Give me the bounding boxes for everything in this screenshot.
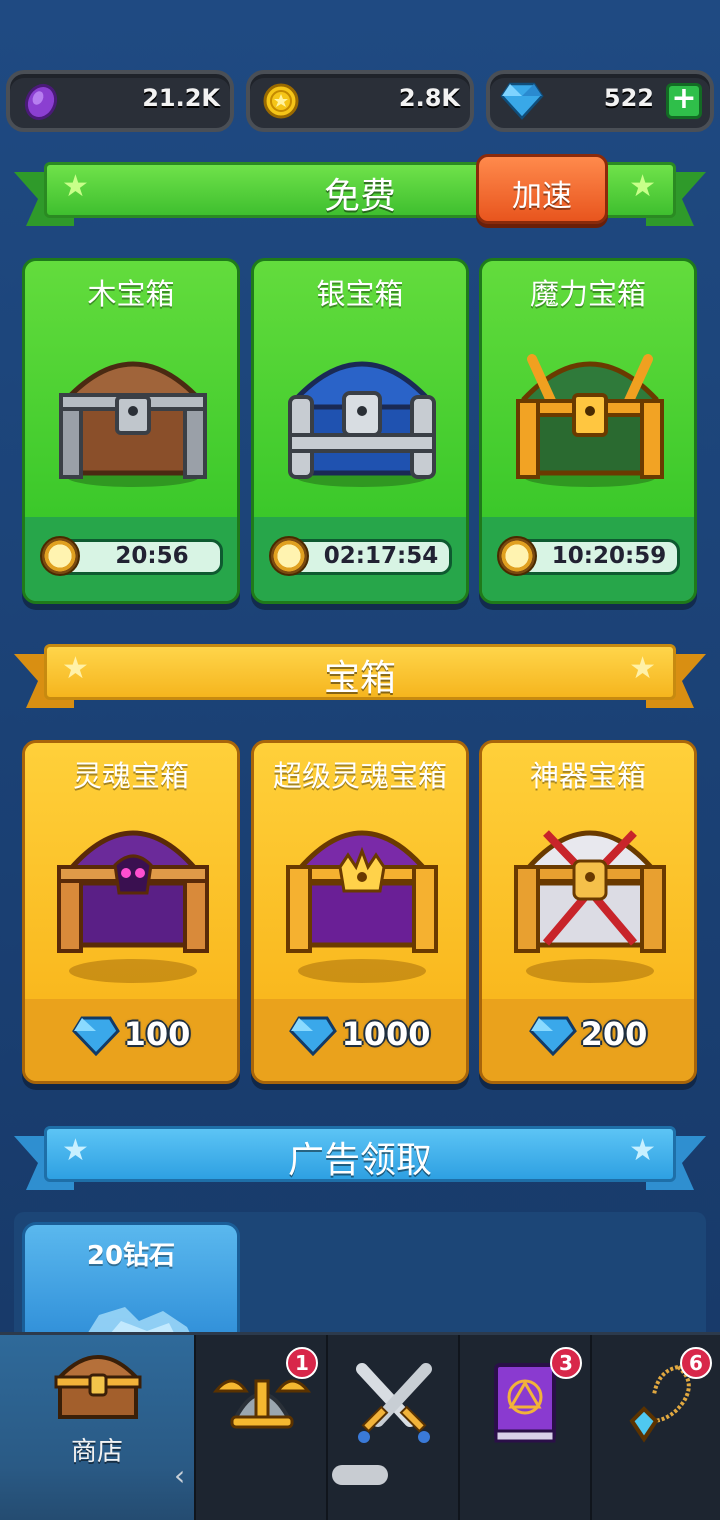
gem-currency-value: 522 (603, 84, 654, 112)
chest-timer-value: 20:56 (115, 543, 189, 569)
soul-chest-icon (57, 830, 209, 983)
chest-section-banner: ★ 宝箱 ★ (14, 640, 706, 712)
magic-chest-card[interactable]: 魔力宝箱 10:20:59 (479, 258, 697, 604)
chest-timer-value: 10:20:59 (551, 543, 667, 569)
crossed-swords-icon (356, 1363, 432, 1443)
purple-currency-value: 21.2K (142, 84, 220, 112)
spellbook-icon (494, 1363, 556, 1443)
chest-price-value: 1000 (341, 1015, 431, 1053)
add-gems-button[interactable]: + (666, 83, 702, 119)
clock-icon (40, 536, 80, 576)
purple-coin-icon (24, 83, 58, 121)
wood-chest-card[interactable]: 木宝箱 20:56 (22, 258, 240, 604)
chest-price[interactable]: 200 (482, 1015, 694, 1056)
notification-badge: 1 (286, 1347, 318, 1379)
chest-section-title: 宝箱 (323, 658, 396, 699)
treasure-chest-icon (54, 1355, 142, 1419)
gold-currency-display: 2.8K (246, 70, 474, 132)
chest-name: 魔力宝箱 (529, 277, 646, 311)
speedup-button[interactable]: 加速 (476, 154, 608, 224)
gem-icon (71, 1016, 120, 1056)
clock-icon (269, 536, 309, 576)
gem-icon (528, 1016, 577, 1056)
artifact-chest-card[interactable]: 神器宝箱 200 (479, 740, 697, 1084)
gold-coin-icon (263, 83, 299, 119)
chest-name: 神器宝箱 (529, 759, 646, 793)
super-soul-chest-icon (286, 830, 438, 983)
chest-price[interactable]: 100 (25, 1015, 237, 1056)
ad-section-title: 广告领取 (287, 1140, 432, 1181)
chest-timer: 02:17:54 (269, 536, 452, 576)
magic-chest-icon (516, 354, 664, 487)
gem-icon (289, 1016, 338, 1056)
tab-shop[interactable]: 商店 (0, 1335, 196, 1520)
chest-timer-value: 02:17:54 (323, 543, 439, 569)
chest-price-value: 100 (123, 1015, 191, 1053)
soul-chest-card[interactable]: 灵魂宝箱 100 (22, 740, 240, 1084)
chest-name: 灵魂宝箱 (72, 759, 189, 793)
gem-currency-display: 522 + (486, 70, 714, 132)
chest-name: 木宝箱 (87, 277, 175, 311)
ad-gem-offer-card[interactable]: 20钻石 (22, 1222, 240, 1342)
speedup-label: 加速 (512, 179, 572, 214)
star-icon: ★ (629, 651, 656, 686)
clock-icon (497, 536, 537, 576)
system-home-pill[interactable] (332, 1465, 388, 1485)
artifact-chest-icon (514, 830, 666, 983)
gem-icon (500, 82, 544, 120)
chest-price-value: 200 (580, 1015, 648, 1053)
chest-price[interactable]: 1000 (254, 1015, 466, 1056)
tab-spellbook[interactable]: 3 (460, 1335, 592, 1520)
free-section-banner: ★ 免费 ★ 加速 (14, 154, 706, 230)
bottom-nav: 商店 1 3 6 ‹ (0, 1332, 720, 1520)
chest-name: 超级灵魂宝箱 (272, 759, 447, 793)
chest-timer: 10:20:59 (497, 536, 680, 576)
chest-name: 银宝箱 (316, 277, 404, 311)
system-back-button[interactable]: ‹ (174, 1459, 185, 1492)
purple-currency-display: 21.2K (6, 70, 234, 132)
ad-section-banner: ★ 广告领取 ★ (14, 1122, 706, 1194)
tab-shop-label: 商店 (70, 1437, 123, 1467)
ad-offer-name: 20钻石 (86, 1241, 176, 1271)
notification-badge: 3 (550, 1347, 582, 1379)
star-icon: ★ (629, 169, 656, 204)
silver-chest-icon (288, 361, 436, 487)
star-icon: ★ (629, 1133, 656, 1168)
gold-currency-value: 2.8K (398, 84, 460, 112)
tab-heroes[interactable]: 1 (196, 1335, 328, 1520)
wood-chest-icon (59, 361, 207, 487)
tab-battle[interactable] (328, 1335, 460, 1520)
notification-badge: 6 (680, 1347, 712, 1379)
silver-chest-card[interactable]: 银宝箱 02:17:54 (251, 258, 469, 604)
super-soul-chest-card[interactable]: 超级灵魂宝箱 1000 (251, 740, 469, 1084)
tab-amulet[interactable]: 6 (592, 1335, 720, 1520)
chest-timer: 20:56 (40, 536, 223, 576)
